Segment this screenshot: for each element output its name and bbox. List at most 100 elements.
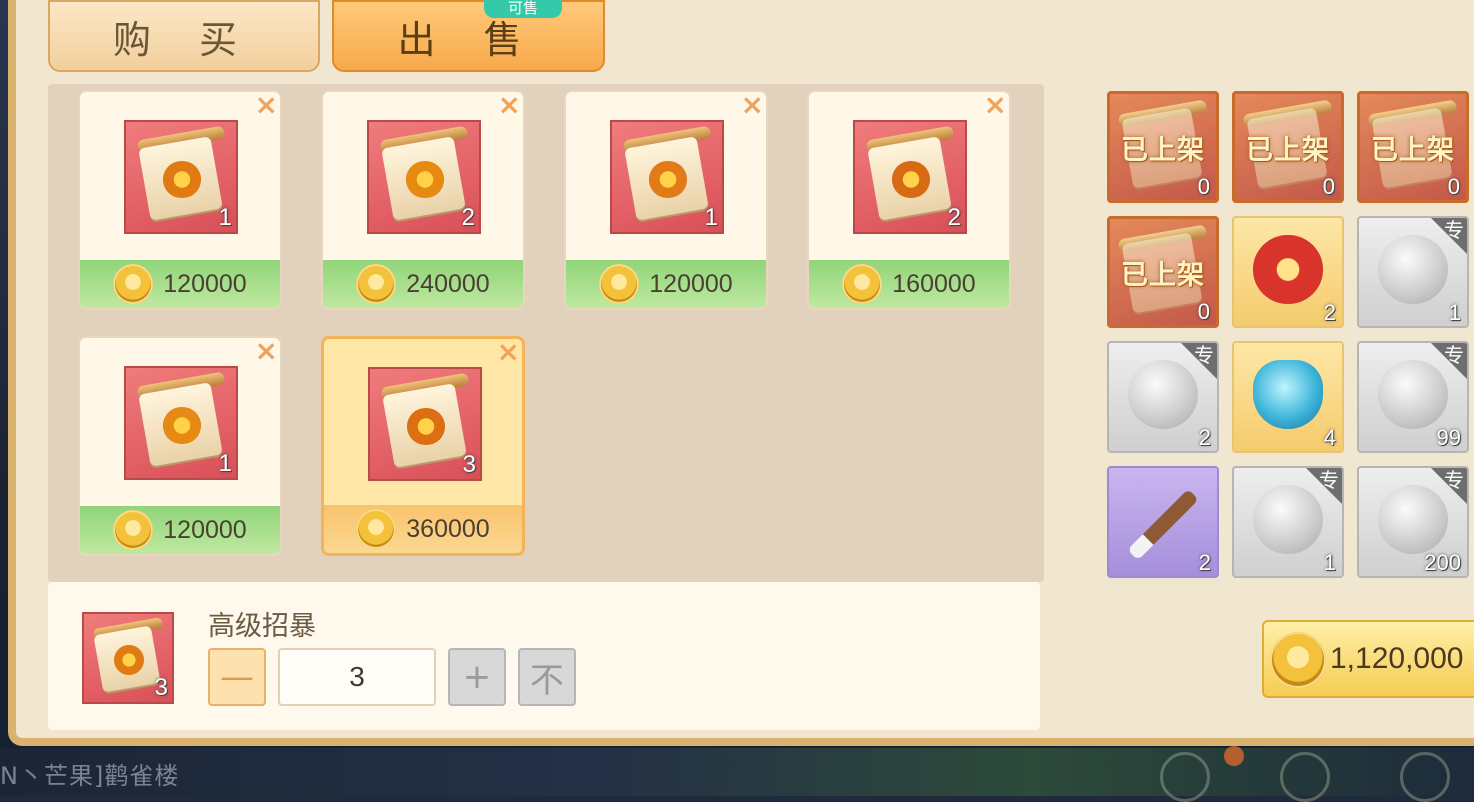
- chat-message: N丶芒果]鹳雀楼: [0, 762, 180, 790]
- inventory-slot[interactable]: 已上架 0: [1107, 216, 1219, 328]
- listing-price: 240000: [406, 269, 490, 298]
- gray-scroll-icon: [1253, 485, 1323, 555]
- listed-label: 已上架: [1121, 135, 1205, 166]
- game-world-strip: [0, 748, 1474, 796]
- sellable-badge: 可售: [484, 0, 562, 18]
- slot-quantity: 0: [1197, 299, 1210, 324]
- scroll-item-icon: 2: [853, 120, 967, 234]
- blue-vase-icon: [1253, 360, 1323, 430]
- total-amount: 1,120,000: [1330, 642, 1464, 675]
- selected-item-icon: 3: [82, 612, 174, 704]
- total-price-display: 1,120,000: [1262, 620, 1474, 698]
- item-quantity-badge: 3: [154, 674, 168, 701]
- listed-label: 已上架: [1371, 135, 1455, 166]
- increase-quantity-button[interactable]: +: [448, 648, 506, 706]
- inventory-slot[interactable]: 专 99: [1357, 341, 1469, 453]
- hud-swirl-icon: [1280, 752, 1330, 802]
- slot-quantity: 99: [1436, 425, 1461, 450]
- tab-sell[interactable]: 出 售: [332, 0, 605, 72]
- item-quantity: 3: [462, 451, 476, 478]
- inventory-slot[interactable]: 已上架 0: [1357, 91, 1469, 203]
- scroll-item-icon: 2: [367, 120, 481, 234]
- slot-quantity: 1: [1323, 550, 1336, 575]
- red-orb-icon: [1253, 235, 1323, 305]
- price-bar: 360000: [324, 505, 522, 553]
- listing-card[interactable]: × 1 120000: [564, 90, 768, 310]
- slot-quantity: 200: [1424, 550, 1461, 575]
- inventory-slot[interactable]: 专 200: [1357, 466, 1469, 578]
- listing-price: 120000: [163, 515, 247, 544]
- gray-orb-icon: [1378, 360, 1448, 430]
- slot-quantity: 2: [1323, 300, 1336, 325]
- listing-card[interactable]: × 3 360000: [321, 336, 525, 556]
- slot-quantity: 0: [1197, 174, 1210, 199]
- scroll-emblem-icon: [649, 160, 687, 198]
- item-quantity: 1: [704, 204, 718, 231]
- listing-price: 120000: [163, 269, 247, 298]
- scroll-item-icon: 1: [124, 366, 238, 480]
- coin-icon: [599, 264, 640, 304]
- listing-card[interactable]: × 1 120000: [78, 336, 282, 556]
- slot-quantity: 2: [1198, 550, 1211, 575]
- scroll-item-icon: 1: [124, 120, 238, 234]
- remove-listing-icon[interactable]: ×: [984, 92, 1007, 121]
- inventory-slot[interactable]: 专1: [1232, 466, 1344, 578]
- price-bar: 120000: [566, 260, 766, 308]
- item-quantity: 1: [218, 450, 232, 477]
- scroll-emblem-icon: [892, 160, 930, 198]
- remove-listing-icon[interactable]: ×: [497, 339, 520, 368]
- remove-listing-icon[interactable]: ×: [255, 92, 278, 121]
- listing-price: 120000: [649, 269, 733, 298]
- remove-listing-icon[interactable]: ×: [255, 338, 278, 367]
- scroll-emblem-icon: [407, 407, 445, 445]
- inventory-slot[interactable]: 专1: [1357, 216, 1469, 328]
- listing-card[interactable]: × 1 120000: [78, 90, 282, 310]
- decrease-quantity-button[interactable]: —: [208, 648, 266, 706]
- coin-icon: [356, 264, 397, 304]
- inventory-slot[interactable]: 专2: [1107, 341, 1219, 453]
- price-bar: 120000: [80, 260, 280, 308]
- scroll-emblem-icon: [163, 406, 201, 444]
- gray-vase-icon: [1128, 360, 1198, 430]
- listing-card[interactable]: × 2 240000: [321, 90, 525, 310]
- brush-icon: [1127, 488, 1199, 561]
- inventory-slot[interactable]: 2: [1232, 216, 1344, 328]
- tab-buy[interactable]: 购 买: [48, 0, 320, 72]
- slot-quantity: 0: [1447, 174, 1460, 199]
- listing-price: 160000: [892, 269, 976, 298]
- remove-listing-icon[interactable]: ×: [498, 92, 521, 121]
- listed-label: 已上架: [1246, 135, 1330, 166]
- scroll-item-icon: 3: [368, 367, 482, 481]
- price-bar: 160000: [809, 260, 1009, 308]
- scroll-emblem-icon: [163, 160, 201, 198]
- item-quantity: 1: [218, 204, 232, 231]
- listing-price: 360000: [406, 514, 490, 543]
- price-bar: 120000: [80, 506, 280, 554]
- inventory-slot[interactable]: 4: [1232, 341, 1344, 453]
- inventory-slot[interactable]: 2: [1107, 466, 1219, 578]
- scroll-item-icon: 1: [610, 120, 724, 234]
- slot-quantity: 4: [1323, 425, 1336, 450]
- slot-quantity: 2: [1198, 425, 1211, 450]
- slot-quantity: 0: [1322, 174, 1335, 199]
- inventory-slot[interactable]: 已上架 0: [1232, 91, 1344, 203]
- map-marker-icon: [1224, 746, 1244, 766]
- scroll-emblem-icon: [113, 644, 144, 675]
- coin-icon: [1270, 632, 1326, 688]
- coin-icon: [113, 264, 154, 304]
- remove-listing-icon[interactable]: ×: [741, 92, 764, 121]
- slot-quantity: 1: [1448, 300, 1461, 325]
- gray-crystal-icon: [1378, 235, 1448, 305]
- coin-icon: [842, 264, 883, 304]
- hud-figure-icon: [1400, 752, 1450, 802]
- inventory-slot[interactable]: 已上架 0: [1107, 91, 1219, 203]
- listing-card[interactable]: × 2 160000: [807, 90, 1011, 310]
- gray-pearl-icon: [1378, 485, 1448, 555]
- quantity-input[interactable]: [278, 648, 436, 706]
- hud-face-icon: [1160, 752, 1210, 802]
- scroll-emblem-icon: [406, 160, 444, 198]
- max-quantity-button[interactable]: 不: [518, 648, 576, 706]
- item-quantity: 2: [461, 204, 475, 231]
- price-bar: 240000: [323, 260, 523, 308]
- listed-label: 已上架: [1121, 260, 1205, 291]
